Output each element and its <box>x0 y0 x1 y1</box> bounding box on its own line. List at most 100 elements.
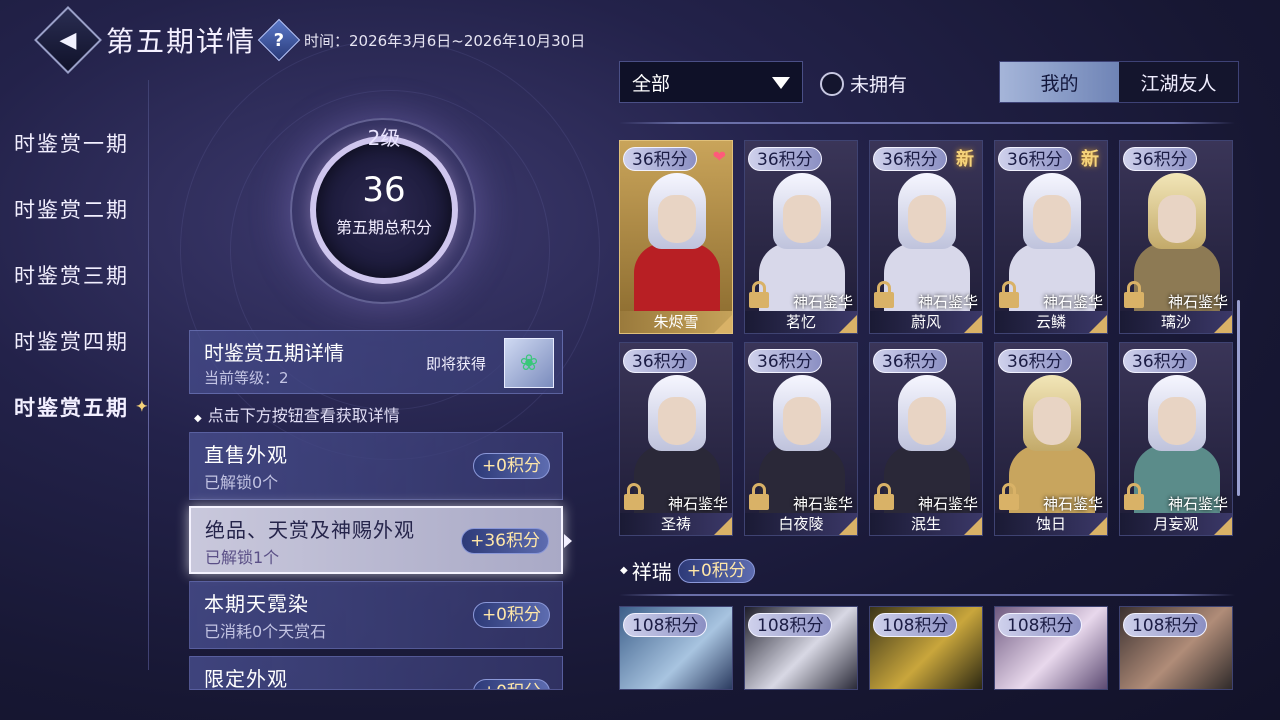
hint-text: ◆ 点击下方按钮查看获取详情 <box>194 406 400 425</box>
details-panel[interactable]: 时鉴赏五期详情 当前等级：2 即将获得 ❀ <box>189 330 563 394</box>
lock-icon <box>999 483 1019 511</box>
mount-card[interactable]: 108积分 <box>619 606 733 690</box>
card-name: 蚀日 <box>995 513 1107 535</box>
total-score-label: 第五期总积分 <box>335 218 432 237</box>
page-title: 第五期详情 <box>106 25 257 58</box>
card-tag: 神石鉴华 <box>917 293 978 311</box>
mount-card[interactable]: 108积分 <box>994 606 1108 690</box>
card-points: 108积分 <box>748 613 833 637</box>
caret-down-icon <box>772 77 790 89</box>
character-portrait <box>630 173 724 313</box>
soon-label: 即将获得 <box>426 355 487 373</box>
back-button[interactable]: ◀ <box>34 6 102 74</box>
lock-icon <box>999 281 1019 309</box>
card-points: 36积分 <box>873 147 947 171</box>
card-points: 108积分 <box>1123 613 1208 637</box>
question-icon: ? <box>273 29 285 51</box>
points-badge: +0积分 <box>677 558 755 583</box>
card-name: 朱烬雪 <box>620 311 732 333</box>
header: ◀ 第五期详情 ? 时间：2026年3月6日~2026年10月30日 <box>34 6 586 74</box>
card-tag: 神石鉴华 <box>917 495 978 513</box>
card-points: 108积分 <box>623 613 708 637</box>
card-points: 36积分 <box>998 349 1072 373</box>
score-ring <box>310 136 458 284</box>
sidebar-item-period-2[interactable]: 时鉴赏二期 <box>0 176 150 242</box>
time-range: 时间：2026年3月6日~2026年10月30日 <box>304 31 586 50</box>
level-label: 2级 <box>367 126 401 150</box>
filter-dropdown[interactable]: 全部 <box>619 61 803 103</box>
dropdown-value: 全部 <box>632 72 671 95</box>
card-name: 茗忆 <box>745 311 857 333</box>
appearance-card[interactable]: 36积分 神石鉴华 泯生 <box>869 342 983 536</box>
mount-card[interactable]: 108积分 <box>1119 606 1233 690</box>
new-badge: 新 <box>1081 149 1099 170</box>
points-badge: +0积分 <box>472 602 550 628</box>
reward-preview-icon[interactable]: ❀ <box>504 338 554 388</box>
appearance-card[interactable]: 36积分 ❤ 朱烬雪 <box>619 140 733 334</box>
appearance-card[interactable]: 36积分 神石鉴华 月妄观 <box>1119 342 1233 536</box>
category-direct-sale[interactable]: 直售外观 已解锁0个 +0积分 <box>189 432 563 500</box>
category-dye[interactable]: 本期天霓染 已消耗0个天赏石 +0积分 <box>189 581 563 649</box>
sidebar-item-label: 时鉴赏二期 <box>14 198 129 222</box>
card-points: 36积分 <box>748 147 822 171</box>
new-badge: 新 <box>956 149 974 170</box>
help-button[interactable]: ? <box>257 18 301 62</box>
appearance-card[interactable]: 36积分 新 神石鉴华 云鳞 <box>994 140 1108 334</box>
card-points: 108积分 <box>873 613 958 637</box>
sidebar-item-label: 时鉴赏三期 <box>14 264 129 288</box>
card-name: 圣祷 <box>620 513 732 535</box>
sidebar-item-period-1[interactable]: 时鉴赏一期 <box>0 110 150 176</box>
mount-card[interactable]: 108积分 <box>744 606 858 690</box>
tab-mine[interactable]: 我的 <box>1000 62 1119 102</box>
appearance-card[interactable]: 36积分 神石鉴华 璃沙 <box>1119 140 1233 334</box>
appearance-card[interactable]: 36积分 神石鉴华 蚀日 <box>994 342 1108 536</box>
category-limited[interactable]: 限定外观 +0积分 <box>189 656 563 690</box>
selected-marker-icon: ✦ <box>136 399 150 415</box>
heart-icon: ❤ <box>712 147 726 166</box>
card-points: 36积分 <box>623 147 697 171</box>
appearance-card[interactable]: 36积分 神石鉴华 茗忆 <box>744 140 858 334</box>
selected-arrow-icon <box>564 534 572 548</box>
section-header-auspicious: ◆ 祥瑞 +0积分 <box>620 556 755 585</box>
radio-circle-icon <box>820 71 844 96</box>
card-points: 36积分 <box>1123 147 1197 171</box>
category-subtitle: 已解锁1个 <box>205 548 280 567</box>
sidebar-item-period-4[interactable]: 时鉴赏四期 <box>0 308 150 374</box>
scrollbar[interactable] <box>1237 300 1240 496</box>
mount-card[interactable]: 108积分 <box>869 606 983 690</box>
card-tag: 神石鉴华 <box>667 495 728 513</box>
details-title: 时鉴赏五期详情 <box>204 341 344 365</box>
category-subtitle: 已消耗0个天赏石 <box>204 622 327 641</box>
arrow-logo-icon: ◀ <box>59 27 77 53</box>
sidebar-item-label: 时鉴赏一期 <box>14 132 129 156</box>
unowned-toggle[interactable]: 未拥有 <box>820 70 907 97</box>
card-points: 36积分 <box>623 349 697 373</box>
card-name: 月妄观 <box>1120 513 1232 535</box>
category-premium-appearance[interactable]: 绝品、天赏及神赐外观 已解锁1个 +36积分 <box>189 506 563 574</box>
category-title: 直售外观 <box>204 443 288 467</box>
card-tag: 神石鉴华 <box>1167 495 1228 513</box>
appearance-card[interactable]: 36积分 新 神石鉴华 蔚风 <box>869 140 983 334</box>
card-points: 36积分 <box>998 147 1072 171</box>
section-divider <box>619 594 1235 596</box>
section-divider <box>619 122 1235 124</box>
lock-icon <box>749 281 769 309</box>
category-subtitle: 已解锁0个 <box>204 473 279 492</box>
sidebar: 时鉴赏一期 时鉴赏二期 时鉴赏三期 时鉴赏四期 时鉴赏五期 ✦ <box>0 110 150 440</box>
appearance-card[interactable]: 36积分 神石鉴华 圣祷 <box>619 342 733 536</box>
appearance-card[interactable]: 36积分 神石鉴华 白夜陵 <box>744 342 858 536</box>
card-name: 璃沙 <box>1120 311 1232 333</box>
points-badge: +0积分 <box>472 679 550 689</box>
tab-friends[interactable]: 江湖友人 <box>1119 62 1238 102</box>
points-badge: +36积分 <box>461 528 549 554</box>
total-score: 36 <box>362 170 406 210</box>
lock-icon <box>624 483 644 511</box>
owner-tabs: 我的 江湖友人 <box>999 61 1239 103</box>
card-tag: 神石鉴华 <box>792 293 853 311</box>
sidebar-item-period-5[interactable]: 时鉴赏五期 ✦ <box>0 374 150 440</box>
card-points: 36积分 <box>1123 349 1197 373</box>
diamond-bullet-icon: ◆ <box>620 565 628 576</box>
points-badge: +0积分 <box>472 453 550 479</box>
sidebar-item-period-3[interactable]: 时鉴赏三期 <box>0 242 150 308</box>
sidebar-item-label: 时鉴赏四期 <box>14 330 129 354</box>
